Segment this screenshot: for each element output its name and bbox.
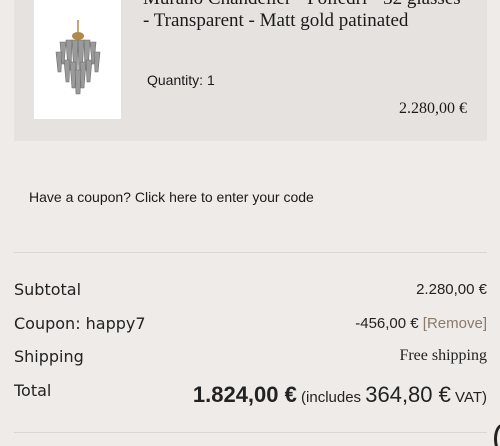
- coupon-value-row: -456,00 € [Remove]: [355, 315, 487, 332]
- total-value-row: 1.824,00 € (includes 364,80 € VAT): [193, 382, 487, 408]
- coupon-label: Coupon: happy7: [14, 314, 146, 333]
- total-label: Total: [14, 381, 52, 400]
- remove-coupon-link[interactable]: [Remove]: [423, 315, 487, 332]
- product-price: 2.280,00 €: [399, 100, 467, 117]
- chandelier-image: [55, 19, 100, 94]
- vat-prefix: (includes: [301, 389, 362, 406]
- quantity-value: 1: [207, 72, 215, 88]
- quantity-label: Quantity:: [147, 72, 204, 88]
- vat-amount: 364,80 €: [365, 382, 451, 407]
- product-title[interactable]: Murano Chandelier - Poliedri - 32 glasse…: [143, 0, 463, 32]
- shipping-value: Free shipping: [399, 347, 487, 364]
- coupon-discount: -456,00 €: [355, 315, 419, 332]
- subtotal-label: Subtotal: [14, 280, 82, 299]
- vat-suffix: VAT): [455, 389, 487, 406]
- coupon-toggle-link[interactable]: Have a coupon? Click here to enter your …: [29, 189, 314, 205]
- subtotal-value: 2.280,00 €: [416, 281, 487, 298]
- shipping-label: Shipping: [14, 347, 84, 366]
- product-thumbnail[interactable]: [34, 0, 121, 119]
- partial-circle-icon: [494, 424, 500, 446]
- total-amount: 1.824,00 €: [192, 382, 297, 407]
- cart-item: Murano Chandelier - Poliedri - 32 glasse…: [14, 0, 487, 141]
- divider: [14, 432, 487, 433]
- divider: [14, 252, 487, 253]
- product-quantity: Quantity: 1: [143, 72, 215, 88]
